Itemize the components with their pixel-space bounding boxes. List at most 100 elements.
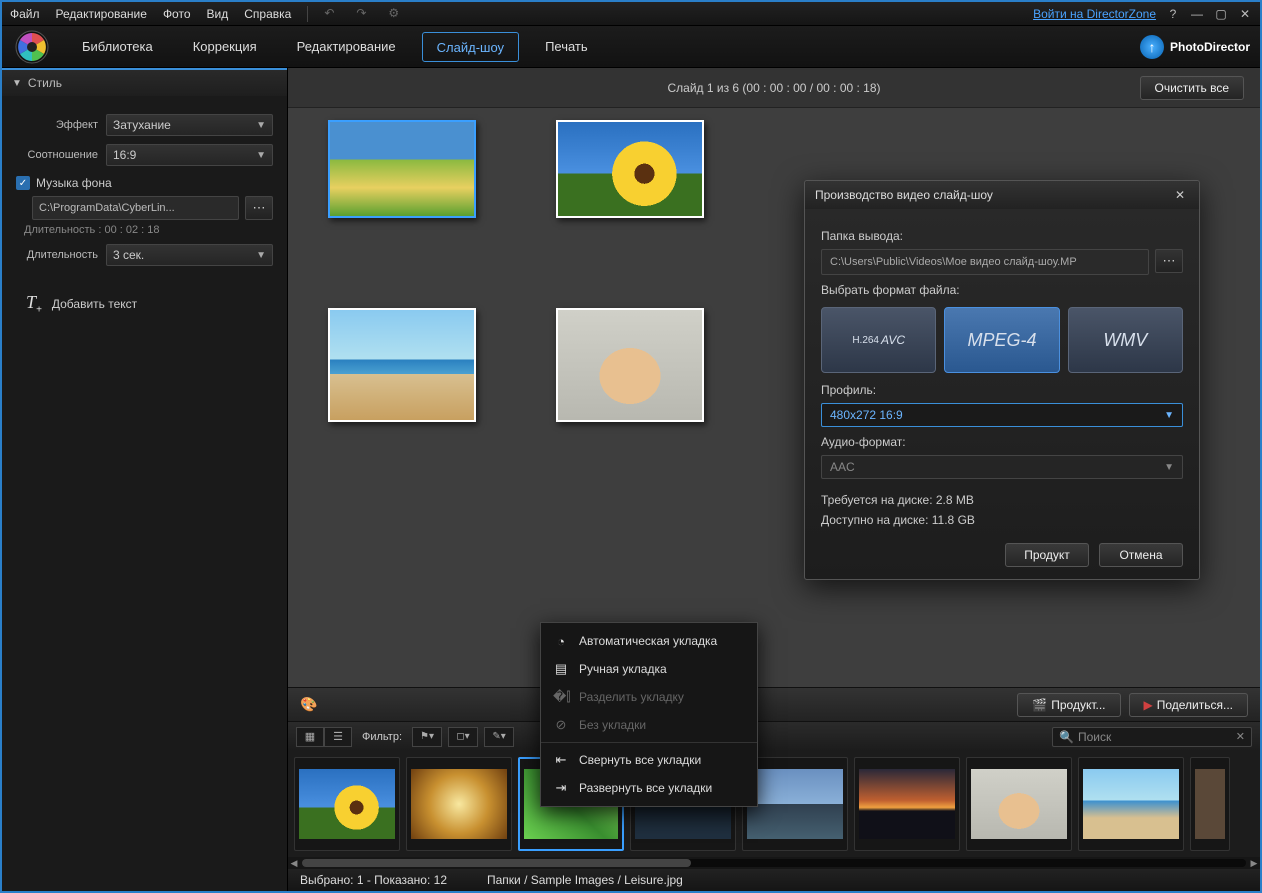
gear-icon[interactable]: ⚙ xyxy=(388,6,404,22)
add-text-button[interactable]: T+ Добавить текст xyxy=(16,286,273,322)
menu-help[interactable]: Справка xyxy=(244,7,291,21)
slide-thumb-2[interactable] xyxy=(556,120,704,218)
expand-icon: ⇥ xyxy=(553,780,569,796)
ctx-auto-stack[interactable]: ◔Автоматическая укладка xyxy=(541,627,757,655)
disk-required: Требуется на диске: 2.8 MB xyxy=(821,493,1183,507)
filter-flag[interactable]: ⚑▾ xyxy=(412,727,442,747)
duration-dropdown[interactable]: 3 сек.▼ xyxy=(106,244,273,266)
style-panel-header[interactable]: ▼ Стиль xyxy=(2,68,287,96)
menu-edit[interactable]: Редактирование xyxy=(56,7,147,21)
output-path-input[interactable]: C:\Users\Public\Videos\Мое видео слайд-ш… xyxy=(821,249,1149,275)
slide-thumb-1[interactable] xyxy=(328,120,476,218)
menu-file[interactable]: Файл xyxy=(10,7,40,21)
tab-correction[interactable]: Коррекция xyxy=(179,32,271,62)
status-path: Папки / Sample Images / Leisure.jpg xyxy=(487,873,683,887)
separator xyxy=(541,742,757,743)
menu-photo[interactable]: Фото xyxy=(163,7,191,21)
effect-label: Эффект xyxy=(16,119,106,131)
filter-label: Фильтр: xyxy=(362,731,402,743)
split-stack-icon: �⫿ xyxy=(553,689,569,705)
scroll-right-icon[interactable]: ▶ xyxy=(1248,857,1260,869)
bgmusic-label: Музыка фона xyxy=(36,176,112,190)
menubar: Файл Редактирование Фото Вид Справка ↶ ↷… xyxy=(2,2,1260,26)
bgmusic-checkbox[interactable]: ✓ Музыка фона xyxy=(16,176,273,190)
dialog-titlebar[interactable]: Производство видео слайд-шоу ✕ xyxy=(805,181,1199,209)
clear-search-icon[interactable]: ✕ xyxy=(1236,730,1245,743)
filter-rating[interactable]: ✎▾ xyxy=(484,727,514,747)
filmstrip-scrollbar[interactable]: ◀ ▶ xyxy=(288,857,1260,869)
audio-dropdown: AAC▼ xyxy=(821,455,1183,479)
format-mpeg4-button[interactable]: MPEG-4 xyxy=(944,307,1059,373)
list-view-button[interactable]: ☰ xyxy=(324,727,352,747)
music-path-input[interactable]: C:\ProgramData\CyberLin... xyxy=(32,196,239,220)
close-icon[interactable]: ✕ xyxy=(1238,7,1252,21)
film-thumb[interactable] xyxy=(854,757,960,851)
slide-thumb-3[interactable] xyxy=(328,308,476,422)
format-h264-button[interactable]: H.264AVC xyxy=(821,307,936,373)
slide-thumb-4[interactable] xyxy=(556,308,704,422)
format-label: Выбрать формат файла: xyxy=(821,283,1183,297)
text-icon: T+ xyxy=(26,292,42,316)
film-thumb[interactable] xyxy=(1190,757,1230,851)
profile-label: Профиль: xyxy=(821,383,1183,397)
audio-label: Аудио-формат: xyxy=(821,435,1183,449)
film-thumb[interactable] xyxy=(294,757,400,851)
ctx-expand-all[interactable]: ⇥Развернуть все укладки xyxy=(541,774,757,802)
maximize-icon[interactable]: ▢ xyxy=(1214,7,1228,21)
search-icon: 🔍 xyxy=(1059,730,1074,744)
browse-output-button[interactable]: ⋯ xyxy=(1155,249,1183,273)
share-button[interactable]: ▶Поделиться... xyxy=(1129,693,1249,717)
film-thumb[interactable] xyxy=(966,757,1072,851)
tab-print[interactable]: Печать xyxy=(531,32,602,62)
ctx-split-stack: �⫿Разделить укладку xyxy=(541,683,757,711)
app-logo xyxy=(2,26,62,68)
redo-icon[interactable]: ↷ xyxy=(356,6,372,22)
palette-icon[interactable]: 🎨 xyxy=(300,696,317,713)
tab-library[interactable]: Библиотека xyxy=(68,32,167,62)
add-text-label: Добавить текст xyxy=(52,297,137,311)
tab-editing[interactable]: Редактирование xyxy=(283,32,410,62)
tabs-bar: Библиотека Коррекция Редактирование Слай… xyxy=(2,26,1260,68)
dialog-close-icon[interactable]: ✕ xyxy=(1171,186,1189,204)
sidebar: ▼ Стиль Эффект Затухание▼ Соотношение 16… xyxy=(2,68,288,891)
collapse-icon: ⇤ xyxy=(553,752,569,768)
tab-slideshow[interactable]: Слайд-шоу xyxy=(422,32,519,62)
filter-label-chip[interactable]: ◻▾ xyxy=(448,727,478,747)
scroll-handle[interactable] xyxy=(302,859,691,867)
effect-dropdown[interactable]: Затухание▼ xyxy=(106,114,273,136)
produce-button[interactable]: 🎬Продукт... xyxy=(1017,693,1120,717)
undo-icon[interactable]: ↶ xyxy=(324,6,340,22)
menu-view[interactable]: Вид xyxy=(207,7,229,21)
brand: ↑ PhotoDirector xyxy=(1140,35,1250,59)
auto-stack-icon: ◔ xyxy=(553,634,569,649)
style-panel-title: Стиль xyxy=(28,76,62,90)
minimize-icon[interactable]: — xyxy=(1190,7,1204,21)
ratio-label: Соотношение xyxy=(16,149,106,161)
search-placeholder: Поиск xyxy=(1078,730,1111,744)
ctx-collapse-all[interactable]: ⇤Свернуть все укладки xyxy=(541,746,757,774)
ctx-no-stack: ⊘Без укладки xyxy=(541,711,757,739)
ctx-manual-stack[interactable]: ▤Ручная укладка xyxy=(541,655,757,683)
format-wmv-button[interactable]: WMV xyxy=(1068,307,1183,373)
search-input[interactable]: 🔍 Поиск ✕ xyxy=(1052,727,1252,747)
statusbar: Выбрано: 1 - Показано: 12 Папки / Sample… xyxy=(288,869,1260,891)
music-duration-label: Длительность : 00 : 02 : 18 xyxy=(24,224,273,236)
clear-all-button[interactable]: Очистить все xyxy=(1140,76,1244,100)
profile-dropdown[interactable]: 480x272 16:9▼ xyxy=(821,403,1183,427)
output-folder-label: Папка вывода: xyxy=(821,229,1183,243)
film-thumb[interactable] xyxy=(1078,757,1184,851)
produce-dialog: Производство видео слайд-шоу ✕ Папка выв… xyxy=(804,180,1200,580)
help-icon[interactable]: ? xyxy=(1166,7,1180,21)
dialog-ok-button[interactable]: Продукт xyxy=(1005,543,1089,567)
browse-music-button[interactable]: ⋯ xyxy=(245,196,273,220)
dialog-cancel-button[interactable]: Отмена xyxy=(1099,543,1183,567)
grid-view-button[interactable]: ▦ xyxy=(296,727,324,747)
ratio-dropdown[interactable]: 16:9▼ xyxy=(106,144,273,166)
dialog-title: Производство видео слайд-шоу xyxy=(815,188,993,202)
film-thumb[interactable] xyxy=(406,757,512,851)
scroll-left-icon[interactable]: ◀ xyxy=(288,857,300,869)
slide-info-row: Слайд 1 из 6 (00 : 00 : 00 / 00 : 00 : 1… xyxy=(288,68,1260,108)
brand-label: PhotoDirector xyxy=(1170,40,1250,54)
separator xyxy=(307,6,308,22)
signin-link[interactable]: Войти на DirectorZone xyxy=(1033,7,1156,21)
